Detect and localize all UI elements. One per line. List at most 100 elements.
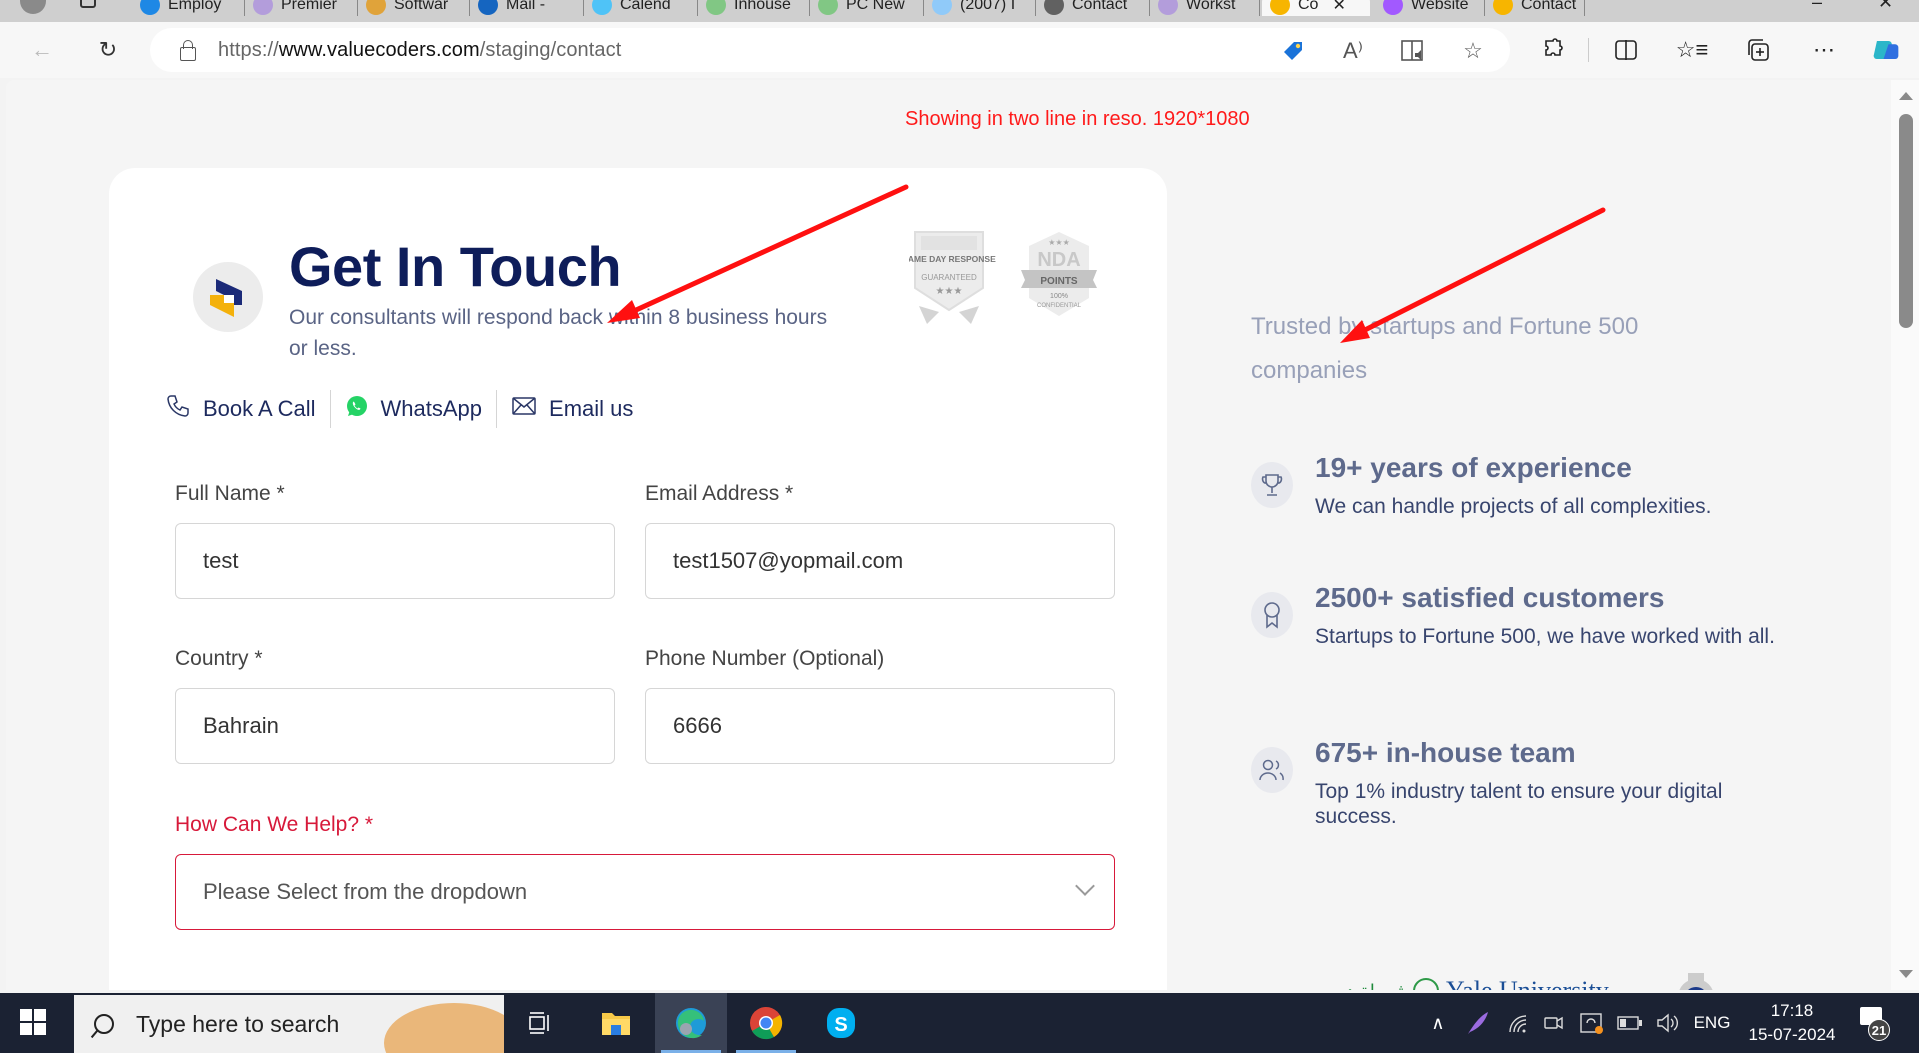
browser-toolbar: ← ↻ https://www.valuecoders.com/staging/… <box>0 22 1919 78</box>
chevron-down-icon <box>1075 876 1095 896</box>
search-highlight-image <box>384 1003 504 1053</box>
stat-description: Startups to Fortune 500, we have worked … <box>1315 625 1775 648</box>
tab-favicon-icon <box>1044 0 1064 15</box>
read-aloud-icon[interactable]: A⁾ <box>1340 38 1366 64</box>
browser-tab[interactable]: Calend <box>584 0 698 16</box>
back-button[interactable]: ← <box>26 34 58 66</box>
close-tab-icon[interactable]: ✕ <box>1332 0 1345 15</box>
whatsapp-link[interactable]: WhatsApp <box>331 394 497 424</box>
taskbar-search[interactable]: Type here to search <box>74 995 504 1053</box>
task-view-button[interactable] <box>504 993 576 1053</box>
browser-tab[interactable]: (2007) I <box>924 0 1036 16</box>
browser-tab[interactable]: Workst <box>1150 0 1260 16</box>
notifications-button[interactable]: 21 <box>1856 1005 1890 1041</box>
help-dropdown[interactable]: Please Select from the dropdown <box>175 854 1115 930</box>
scroll-down-arrow[interactable] <box>1899 970 1913 978</box>
tab-favicon-icon <box>592 0 612 15</box>
stat-heading: 19+ years of experience <box>1315 452 1632 483</box>
phone-label: Phone Number (Optional) <box>645 647 885 670</box>
browser-tab[interactable]: Contact <box>1036 0 1150 16</box>
yale-logo: Yale University <box>1446 976 1609 990</box>
full-name-label: Full Name * <box>175 482 285 505</box>
email-input[interactable]: test1507@yopmail.com <box>645 523 1115 599</box>
tab-title: Premier <box>281 0 338 13</box>
tab-favicon-icon <box>1383 0 1403 15</box>
favorite-star-icon[interactable]: ☆ <box>1460 38 1486 64</box>
lock-icon[interactable] <box>180 40 196 61</box>
url-host: www.valuecoders.com <box>278 38 480 61</box>
url-path: /staging/contact <box>479 38 622 61</box>
tab-actions-icon[interactable] <box>80 0 96 8</box>
whatsapp-icon <box>345 394 369 424</box>
page-scrollbar[interactable] <box>1891 80 1919 990</box>
browser-tab[interactable]: Inhouse <box>698 0 810 16</box>
immersive-reader-icon[interactable] <box>1400 38 1426 64</box>
browser-tab-active[interactable]: Co ✕ <box>1262 0 1370 16</box>
browser-tab[interactable]: Website <box>1375 0 1485 16</box>
svg-text:CONFIDENTIAL: CONFIDENTIAL <box>1037 303 1082 309</box>
tab-favicon-icon <box>1270 0 1290 15</box>
client-logos: شرطة دبي Yale University <box>1326 965 1746 990</box>
split-screen-icon[interactable] <box>1612 36 1640 64</box>
nda-badge: ★★★ NDA POINTS 100% CONFIDENTIAL <box>1021 232 1097 316</box>
address-bar[interactable]: https://www.valuecoders.com/staging/cont… <box>150 28 1510 72</box>
page-subtitle: Our consultants will respond back within… <box>289 306 828 360</box>
tab-favicon-icon <box>1158 0 1178 15</box>
browser-tab[interactable]: Premier <box>245 0 358 16</box>
browser-tab[interactable]: Mail - <box>470 0 584 16</box>
volume-icon[interactable] <box>1650 993 1686 1053</box>
tab-title: Contact <box>1072 0 1128 13</box>
refresh-button[interactable]: ↻ <box>92 34 124 66</box>
language-indicator[interactable]: ENG <box>1690 993 1734 1053</box>
browser-tab[interactable]: Softwar <box>358 0 470 16</box>
email-us-link[interactable]: Email us <box>497 395 647 423</box>
taskbar-clock[interactable]: 17:18 15-07-2024 <box>1742 999 1842 1047</box>
chrome-taskbar-button[interactable] <box>730 993 802 1053</box>
show-hidden-icons-button[interactable]: ∧ <box>1420 993 1456 1053</box>
skype-taskbar-button[interactable]: S <box>805 993 877 1053</box>
team-icon <box>1251 747 1293 793</box>
feather-app-icon[interactable] <box>1460 993 1496 1053</box>
svg-text:SAME DAY RESPONSE: SAME DAY RESPONSE <box>909 254 996 264</box>
phone-icon <box>165 393 191 425</box>
tab-title: Employ <box>168 0 222 13</box>
url-text[interactable]: https://www.valuecoders.com/staging/cont… <box>218 39 621 62</box>
whatsapp-label: WhatsApp <box>380 396 483 421</box>
more-icon[interactable]: ⋯ <box>1810 36 1838 64</box>
minimize-button[interactable]: – <box>1812 0 1822 13</box>
country-input[interactable]: Bahrain <box>175 688 615 764</box>
help-label: How Can We Help? * <box>175 813 374 836</box>
page-title: Get In Touch <box>289 235 622 298</box>
email-label: Email Address * <box>645 482 794 505</box>
browser-tab[interactable]: Contact <box>1485 0 1585 16</box>
start-button[interactable] <box>20 1009 46 1035</box>
close-window-button[interactable]: ✕ <box>1878 0 1893 13</box>
favorites-icon[interactable]: ☆≡ <box>1676 36 1709 64</box>
tab-title: Softwar <box>394 0 449 13</box>
browser-tab-strip: Employ Premier Softwar Mail - Calend Inhouse… <box>0 0 1919 22</box>
collections-icon[interactable] <box>1744 36 1772 64</box>
edge-taskbar-button[interactable] <box>655 993 727 1053</box>
full-name-input[interactable]: test <box>175 523 615 599</box>
battery-icon[interactable] <box>1612 993 1648 1053</box>
browser-tab[interactable]: PC New <box>810 0 924 16</box>
copilot-icon[interactable] <box>1872 36 1900 64</box>
shopping-tag-icon[interactable] <box>1280 38 1306 64</box>
extensions-icon[interactable] <box>1540 36 1568 64</box>
tab-title: Mail - <box>506 0 546 13</box>
dubai-police-emblem <box>1413 978 1439 990</box>
toolbar-divider <box>1588 38 1589 62</box>
profile-avatar[interactable] <box>20 0 46 14</box>
wifi-icon[interactable] <box>1500 993 1536 1053</box>
book-a-call-link[interactable]: Book A Call <box>165 393 330 425</box>
stat-description: Top 1% industry talent to ensure your di… <box>1315 780 1723 828</box>
scroll-thumb[interactable] <box>1899 114 1913 328</box>
tab-title: Calend <box>620 0 671 13</box>
phone-input[interactable]: 6666 <box>645 688 1115 764</box>
same-day-response-badge: SAME DAY RESPONSE GUARANTEED ★★★ <box>902 231 996 324</box>
file-explorer-button[interactable] <box>580 993 652 1053</box>
browser-tab[interactable]: Employ <box>132 0 245 16</box>
scroll-up-arrow[interactable] <box>1899 92 1913 100</box>
sync-icon[interactable] <box>1574 993 1610 1053</box>
camera-icon[interactable] <box>1536 993 1572 1053</box>
